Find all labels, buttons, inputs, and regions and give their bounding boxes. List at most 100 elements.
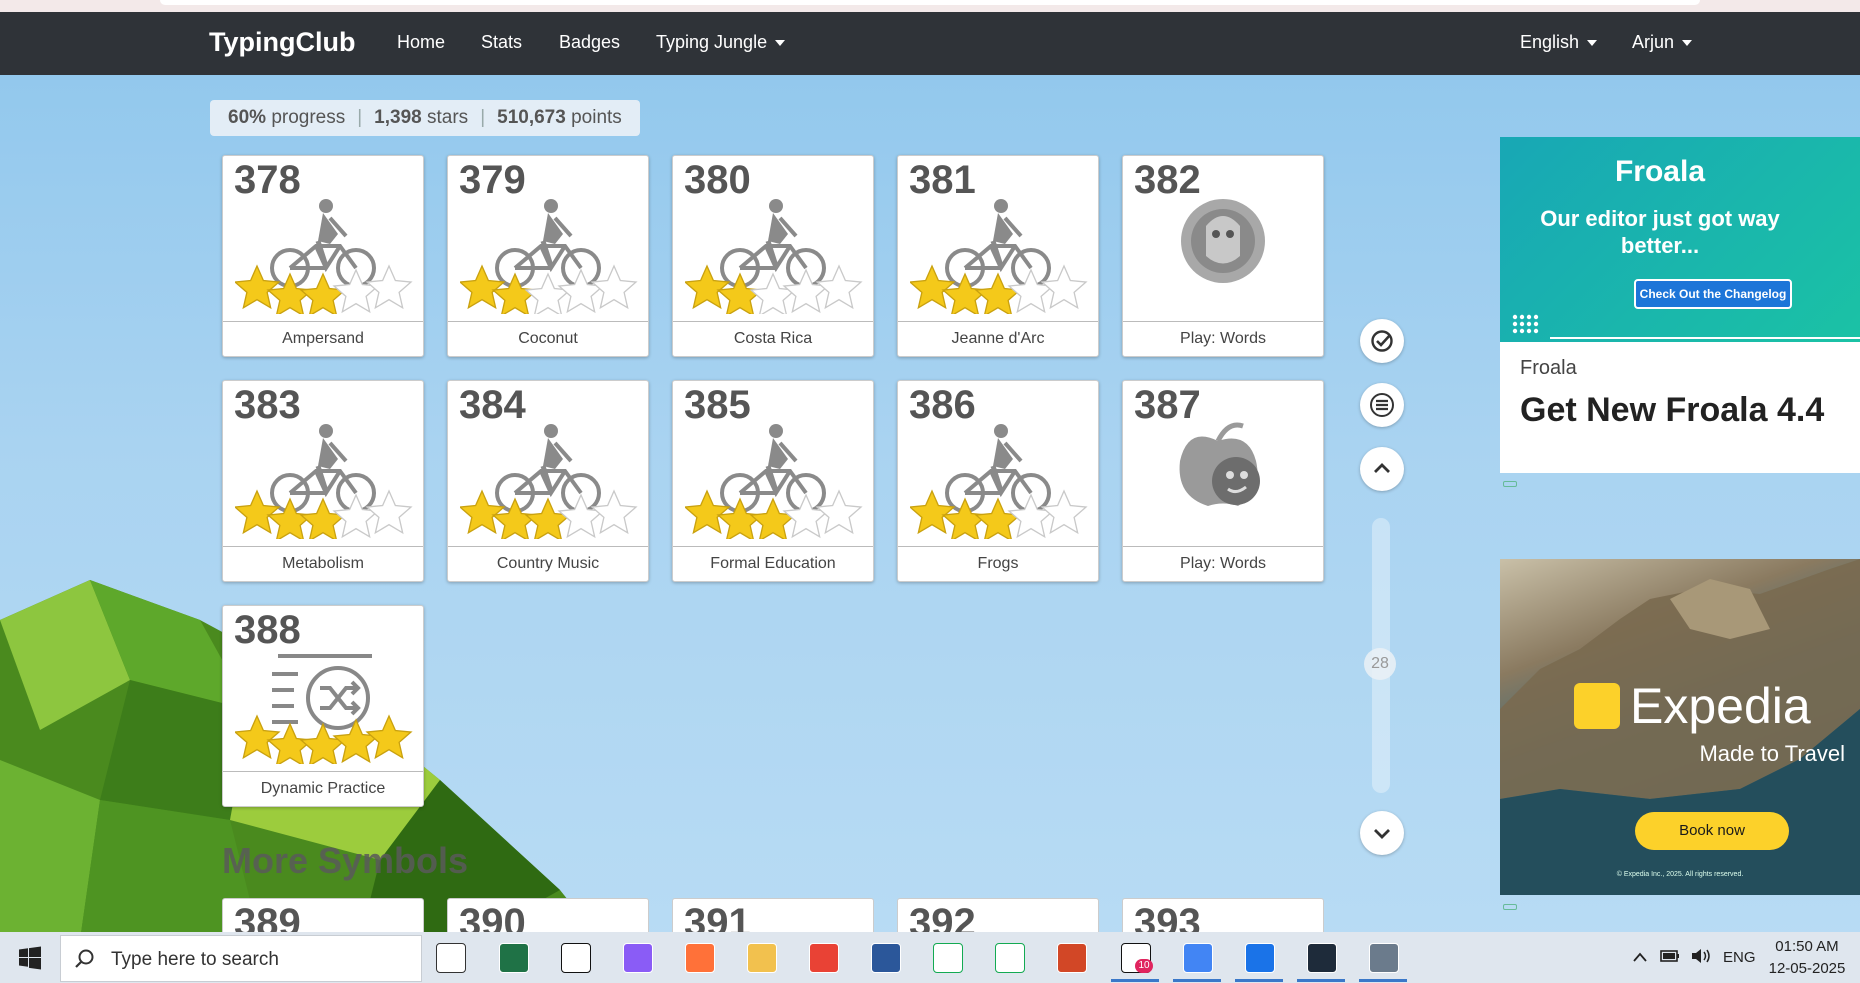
volume-icon[interactable]	[1690, 947, 1712, 965]
star-icon	[1007, 268, 1055, 314]
mongodb-icon[interactable]	[933, 943, 963, 973]
chevron-up-icon	[1374, 463, 1390, 473]
completed-filter-button[interactable]	[1360, 319, 1404, 363]
star-icon	[590, 264, 638, 310]
taskbar-clock[interactable]: 01:50 AM 12-05-2025	[1762, 936, 1852, 980]
lesson-stars	[460, 264, 638, 314]
firefox-icon[interactable]	[685, 943, 715, 973]
lesson-stars	[235, 489, 413, 539]
star-icon	[365, 714, 413, 760]
star-icon	[460, 264, 506, 310]
lesson-card[interactable]: 387 Play: Words	[1122, 380, 1324, 582]
lesson-stars	[685, 264, 863, 314]
lesson-stars	[235, 264, 413, 314]
taskbar-search-box[interactable]: Type here to search	[60, 935, 422, 982]
game-character-icon	[1181, 199, 1265, 283]
camera-icon[interactable]	[1369, 943, 1399, 973]
lesson-stars	[910, 489, 1088, 539]
chrome-profile-icon[interactable]	[1183, 943, 1213, 973]
star-icon	[815, 489, 863, 535]
star-icon	[299, 272, 347, 314]
brand-logo[interactable]: TypingClub	[209, 27, 355, 58]
star-icon	[332, 493, 380, 539]
menu-button[interactable]	[1360, 383, 1404, 427]
battery-icon[interactable]	[1660, 949, 1680, 963]
nav-stats[interactable]: Stats	[481, 32, 522, 53]
lesson-card[interactable]: 379 Coconut	[447, 155, 649, 357]
froala-ad[interactable]: Froala Our editor just got way better...…	[1500, 137, 1860, 473]
lesson-title: Dynamic Practice	[223, 771, 423, 806]
mongodb-compass-icon[interactable]	[995, 943, 1025, 973]
lesson-card[interactable]: 385 Formal Education	[672, 380, 874, 582]
star-icon	[235, 264, 281, 310]
notification-badge: 10	[1135, 959, 1153, 973]
adchoices-icon[interactable]	[1503, 904, 1517, 910]
input-language[interactable]: ENG	[1723, 949, 1756, 966]
copilot-icon[interactable]	[623, 943, 653, 973]
stars-count: 1,398	[374, 107, 422, 128]
powerpoint-icon[interactable]	[1057, 943, 1087, 973]
search-icon	[75, 949, 94, 968]
star-icon	[685, 489, 731, 535]
adchoices-icon[interactable]	[1503, 481, 1517, 487]
mysql-icon[interactable]	[1307, 943, 1337, 973]
star-icon	[332, 718, 380, 764]
star-icon	[524, 272, 572, 314]
lesson-card[interactable]: 378 Ampersand	[222, 155, 424, 357]
user-dropdown[interactable]: Arjun	[1632, 32, 1692, 53]
expedia-logo-icon	[1574, 683, 1620, 729]
star-icon	[1040, 264, 1088, 310]
lesson-stars	[460, 489, 638, 539]
scroll-up-button[interactable]	[1360, 447, 1404, 491]
froala-changelog-button[interactable]: Check Out the Changelog	[1634, 279, 1792, 309]
chevron-up-icon[interactable]	[1632, 951, 1648, 963]
scroll-down-button[interactable]	[1360, 811, 1404, 855]
nav-home[interactable]: Home	[397, 32, 445, 53]
lesson-card[interactable]: 383 Metabolism	[222, 380, 424, 582]
apple-character-icon	[1179, 422, 1260, 506]
lesson-icon	[1168, 421, 1278, 516]
file-explorer-icon[interactable]	[747, 943, 777, 973]
user-name: Arjun	[1632, 32, 1675, 52]
lesson-card[interactable]: 380 Costa Rica	[672, 155, 874, 357]
ad-divider	[1550, 337, 1860, 339]
lesson-title: Play: Words	[1123, 321, 1323, 356]
lesson-title: Costa Rica	[673, 321, 873, 356]
expedia-book-now-button[interactable]: Book now	[1635, 812, 1789, 850]
lesson-title: Country Music	[448, 546, 648, 581]
lesson-stars	[235, 714, 413, 764]
language-dropdown[interactable]: English	[1520, 32, 1597, 53]
lesson-title: Coconut	[448, 321, 648, 356]
active-app-indicator	[1173, 979, 1221, 982]
lesson-title: Frogs	[898, 546, 1098, 581]
lesson-card[interactable]: 386 Frogs	[897, 380, 1099, 582]
nav-badges[interactable]: Badges	[559, 32, 620, 53]
points-count: 510,673	[497, 107, 566, 128]
nav-typing-jungle-dropdown[interactable]: Typing Jungle	[656, 32, 785, 53]
expedia-ad[interactable]: Expedia Made to Travel Book now © Expedi…	[1500, 559, 1860, 895]
froala-logo: Froala	[1614, 155, 1706, 188]
expedia-brand: Expedia	[1630, 678, 1811, 734]
active-app-indicator	[1359, 979, 1407, 982]
lesson-title: Play: Words	[1123, 546, 1323, 581]
lesson-card[interactable]: 388 Dynamic Practice	[222, 605, 424, 807]
lesson-card[interactable]: 381 Jeanne d'Arc	[897, 155, 1099, 357]
star-icon	[299, 722, 347, 764]
lesson-card[interactable]: 382 Play: Words	[1122, 155, 1324, 357]
star-icon	[557, 268, 605, 314]
star-icon	[974, 272, 1022, 314]
windows-start-icon[interactable]	[18, 946, 42, 970]
scroll-position-marker[interactable]: 28	[1364, 648, 1396, 680]
star-icon	[685, 264, 731, 310]
task-view-icon[interactable]	[436, 943, 466, 973]
chrome-icon[interactable]	[809, 943, 839, 973]
notion-icon[interactable]	[561, 943, 591, 973]
word-icon[interactable]	[871, 943, 901, 973]
star-icon	[235, 489, 281, 535]
lesson-card[interactable]: 384 Country Music	[447, 380, 649, 582]
writer-icon[interactable]	[1245, 943, 1275, 973]
excel-icon[interactable]	[499, 943, 529, 973]
froala-headline[interactable]: Get New Froala 4.4	[1520, 391, 1824, 430]
progress-percent: 60%	[228, 107, 267, 128]
lesson-title: Jeanne d'Arc	[898, 321, 1098, 356]
